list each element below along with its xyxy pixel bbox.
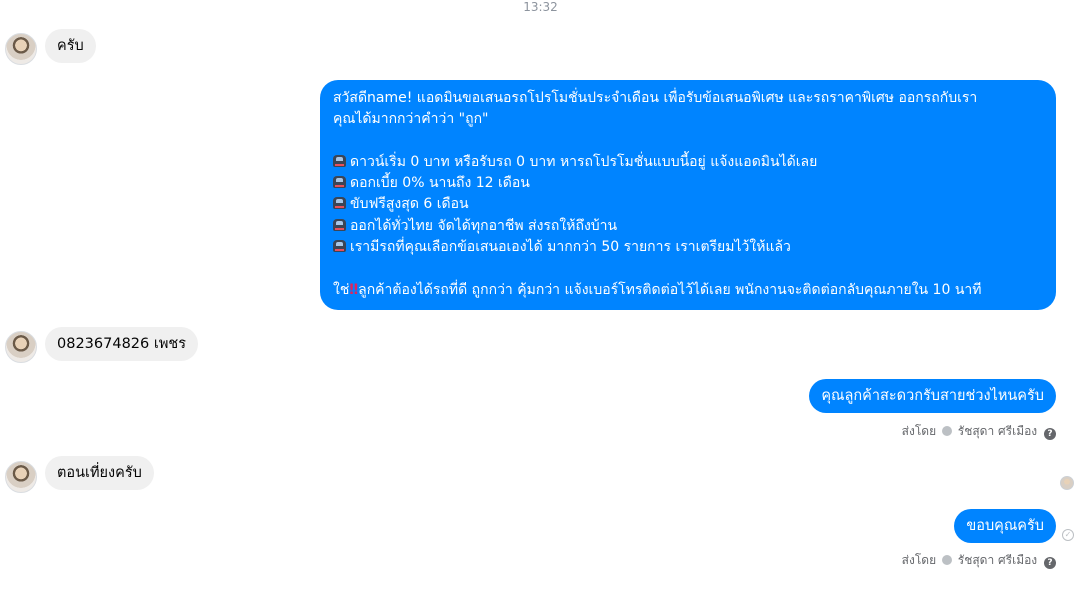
message-line: ดาวน์เริ่ม 0 บาท หรือรับรถ 0 บาท หารถโปร… (333, 152, 1044, 173)
sent-by-info: ส่งโดย รัชสุดา ศรีเมือง ? (902, 424, 1056, 440)
message-line: ใช่‼ลูกค้าต้องได้รถที่ดี ถูกกว่า คุ้มกว่… (333, 280, 1044, 301)
incoming-message-bubble[interactable]: ตอนเที่ยงครับ (45, 456, 154, 490)
car-emoji-icon (333, 240, 346, 253)
promo-bullet: ขับฟรีสูงสุด 6 เดือน (350, 196, 469, 213)
double-exclamation-icon: ‼ (349, 281, 359, 298)
message-text: ใช่ (333, 281, 350, 298)
incoming-message-bubble[interactable]: 0823674826 เพชร (45, 327, 199, 361)
contact-avatar[interactable] (5, 331, 37, 363)
timestamp: 13:32 (523, 0, 558, 14)
message-line (333, 258, 1044, 279)
seen-avatar-icon (1060, 476, 1074, 490)
message-line: เรามีรถที่คุณเลือกข้อเสนอเองได้ มากกว่า … (333, 237, 1044, 258)
car-emoji-icon (333, 154, 346, 167)
message-line: ดอกเบี้ย 0% นานถึง 12 เดือน (333, 173, 1044, 194)
sender-avatar-icon (941, 555, 952, 565)
sender-name[interactable]: รัชสุดา ศรีเมือง (958, 553, 1037, 567)
message-text: ลูกค้าต้องได้รถที่ดี ถูกกว่า คุ้มกว่า แจ… (358, 281, 982, 298)
car-emoji-icon (333, 218, 346, 231)
message-line: ขับฟรีสูงสุด 6 เดือน (333, 194, 1044, 215)
message-line: ออกได้ทั่วไทย จัดได้ทุกอาชีพ ส่งรถให้ถึง… (333, 216, 1044, 237)
contact-avatar[interactable] (5, 461, 37, 493)
outgoing-message-bubble[interactable]: ขอบคุณครับ (954, 509, 1056, 543)
promo-bullet: ดาวน์เริ่ม 0 บาท หรือรับรถ 0 บาท หารถโปร… (350, 153, 818, 170)
delivered-check-icon: ✓ (1062, 529, 1074, 541)
message-line (333, 131, 1044, 152)
contact-avatar[interactable] (5, 33, 37, 65)
promo-bullet: เรามีรถที่คุณเลือกข้อเสนอเองได้ มากกว่า … (350, 239, 791, 256)
outgoing-message-bubble[interactable]: สวัสดีname! แอดมินขอเสนอรถโปรโมชั่นประจำ… (320, 80, 1056, 310)
message-line: สวัสดีname! แอดมินขอเสนอรถโปรโมชั่นประจำ… (333, 90, 978, 106)
incoming-message-bubble[interactable]: ครับ (45, 29, 96, 63)
promo-bullet: ดอกเบี้ย 0% นานถึง 12 เดือน (350, 175, 530, 192)
promo-bullet: ออกได้ทั่วไทย จัดได้ทุกอาชีพ ส่งรถให้ถึง… (350, 217, 618, 234)
sent-by-label: ส่งโดย (901, 424, 937, 438)
car-emoji-icon (333, 197, 346, 210)
sent-by-label: ส่งโดย (901, 553, 937, 567)
car-emoji-icon (333, 176, 346, 189)
help-icon[interactable]: ? (1044, 428, 1056, 440)
sender-avatar-icon (941, 426, 952, 436)
sender-name[interactable]: รัชสุดา ศรีเมือง (958, 424, 1037, 438)
help-icon[interactable]: ? (1044, 557, 1056, 569)
sent-by-info: ส่งโดย รัชสุดา ศรีเมือง ? (902, 553, 1056, 569)
outgoing-message-bubble[interactable]: คุณลูกค้าสะดวกรับสายช่วงไหนครับ (809, 379, 1056, 413)
message-line: คุณได้มากกว่าคำว่า "ถูก" (333, 111, 489, 128)
message-thread: 13:32 ครับ สวัสดีname! แอดมินขอเสนอรถโปร… (0, 0, 1081, 592)
